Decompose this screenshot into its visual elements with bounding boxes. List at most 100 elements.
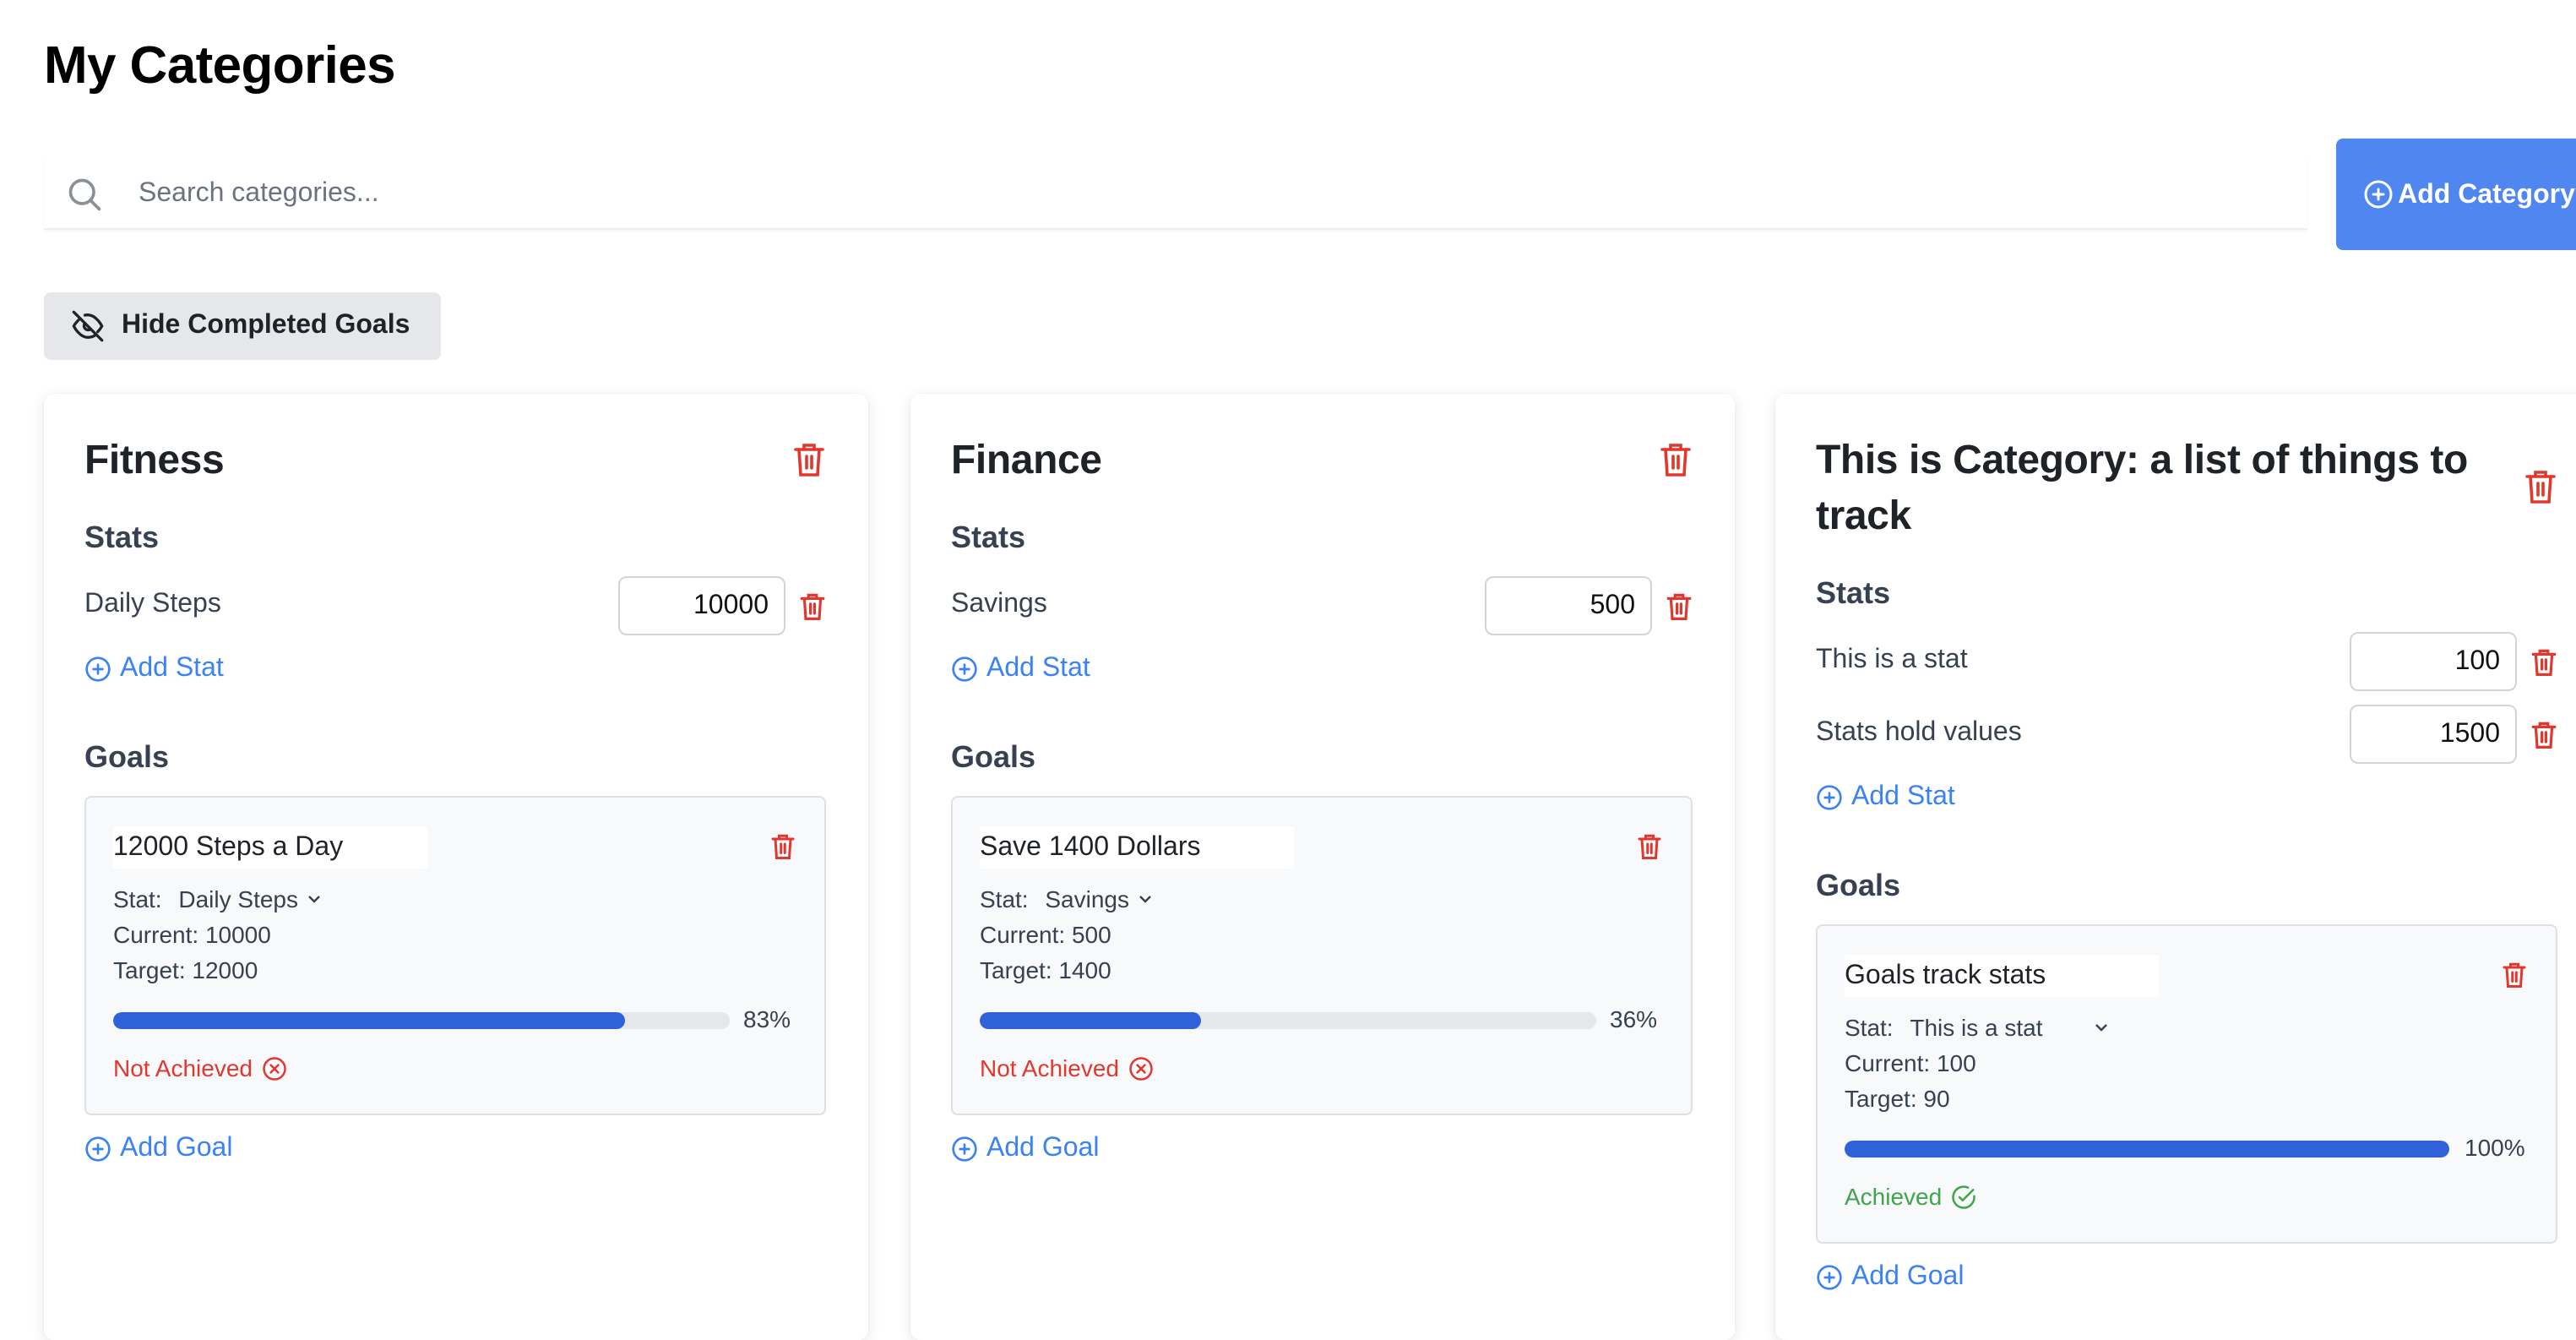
delete-category-icon[interactable] — [1659, 441, 1693, 478]
add-category-label: Add Category — [2398, 180, 2575, 209]
goal-current-row: Current: 100 — [1845, 1049, 1976, 1076]
delete-category-icon[interactable] — [792, 441, 826, 478]
stats-heading: Stats — [84, 520, 160, 554]
goal-current-row: Current: 500 — [980, 921, 1111, 948]
progress-percent: 83% — [743, 1005, 791, 1032]
plus-circle-icon — [2363, 179, 2394, 210]
goal-title-input[interactable] — [113, 826, 427, 869]
target-prefix: Target: — [113, 956, 186, 983]
stat-prefix: Stat: — [1845, 1014, 1894, 1041]
delete-stat-icon[interactable] — [2530, 647, 2557, 678]
goal-status: Not Achieved — [113, 1054, 286, 1081]
chevron-down-icon — [1136, 891, 1153, 907]
goal-target-value: 12000 — [192, 956, 258, 983]
progress-bar — [980, 1012, 1596, 1029]
goal-stat-value: Savings — [1045, 885, 1129, 912]
delete-stat-icon[interactable] — [799, 591, 826, 622]
goal-stat-row: Stat: Daily Steps — [113, 885, 322, 912]
goal-title-input[interactable] — [980, 826, 1294, 869]
goal-status-label: Achieved — [1845, 1183, 1943, 1210]
chevron-down-icon — [305, 891, 322, 907]
stat-name: Daily Steps — [84, 590, 221, 618]
progress-fill — [980, 1012, 1202, 1029]
stat-value-input[interactable] — [618, 576, 785, 635]
goal-card: Stat: This is a stat Current: 100 Target… — [1816, 924, 2557, 1244]
page-title: My Categories — [44, 35, 396, 95]
current-prefix: Current: — [1845, 1049, 1931, 1076]
goal-stat-row: Stat: Savings — [980, 885, 1153, 912]
chevron-down-icon — [2094, 1019, 2111, 1036]
goal-status: Achieved — [1845, 1183, 1975, 1210]
progress-fill — [113, 1012, 625, 1029]
goal-stat-select[interactable]: Savings — [1045, 885, 1153, 912]
add-stat-link[interactable]: Add Stat — [1816, 782, 1955, 813]
add-category-button[interactable]: Add Category — [2336, 139, 2576, 250]
progress-bar — [113, 1012, 730, 1029]
goal-target-value: 1400 — [1058, 956, 1111, 983]
goals-heading: Goals — [1816, 869, 1901, 902]
add-stat-link[interactable]: Add Stat — [84, 654, 224, 684]
category-card: This is Category: a list of things to tr… — [1775, 394, 2576, 1340]
add-stat-label: Add Stat — [986, 654, 1090, 683]
delete-stat-icon[interactable] — [2530, 720, 2557, 750]
delete-goal-icon[interactable] — [2502, 960, 2527, 990]
stats-heading: Stats — [951, 520, 1026, 554]
plus-circle-icon — [1816, 1264, 1843, 1291]
eye-off-icon — [71, 309, 105, 343]
category-title: Fitness — [84, 438, 225, 483]
add-stat-link[interactable]: Add Stat — [951, 654, 1090, 684]
add-goal-label: Add Goal — [986, 1134, 1100, 1163]
plus-circle-icon — [1816, 784, 1843, 811]
goal-status-label: Not Achieved — [980, 1054, 1119, 1081]
goal-status: Not Achieved — [980, 1054, 1153, 1081]
plus-circle-icon — [951, 656, 978, 683]
hide-completed-goals-label: Hide Completed Goals — [122, 311, 410, 340]
search-input[interactable] — [125, 178, 2152, 209]
stat-name: Stats hold values — [1816, 718, 2022, 747]
delete-category-icon[interactable] — [2524, 468, 2557, 505]
delete-goal-icon[interactable] — [1637, 831, 1662, 862]
hide-completed-goals-button[interactable]: Hide Completed Goals — [44, 292, 441, 360]
target-prefix: Target: — [980, 956, 1052, 983]
stat-value-input[interactable] — [2350, 705, 2517, 764]
plus-circle-icon — [84, 656, 111, 683]
add-goal-link[interactable]: Add Goal — [951, 1134, 1099, 1164]
current-prefix: Current: — [980, 921, 1066, 948]
add-stat-label: Add Stat — [1851, 782, 1955, 811]
search-bar — [44, 159, 2307, 230]
goal-stat-select[interactable]: This is a stat — [1910, 1014, 2110, 1041]
goal-card: Stat: Savings Current: 500 Target: 1400 … — [951, 796, 1693, 1115]
goal-current-row: Current: 10000 — [113, 921, 271, 948]
goal-stat-select[interactable]: Daily Steps — [178, 885, 322, 912]
stat-value-input[interactable] — [2350, 632, 2517, 691]
goal-current-value: 10000 — [204, 921, 271, 948]
delete-goal-icon[interactable] — [770, 831, 796, 862]
goals-heading: Goals — [951, 740, 1036, 774]
progress-percent: 100% — [2465, 1134, 2525, 1161]
stat-name: This is a stat — [1816, 645, 1968, 674]
add-goal-link[interactable]: Add Goal — [1816, 1262, 1964, 1293]
goal-target-row: Target: 90 — [1845, 1085, 1950, 1112]
goal-current-value: 500 — [1071, 921, 1111, 948]
category-card: Fitness Stats Daily Steps Add Stat Goals… — [44, 394, 868, 1340]
goal-card: Stat: Daily Steps Current: 10000 Target:… — [84, 796, 826, 1115]
goal-target-value: 90 — [1923, 1085, 1950, 1112]
x-circle-icon — [1128, 1055, 1153, 1081]
delete-stat-icon[interactable] — [1666, 591, 1693, 622]
goal-status-label: Not Achieved — [113, 1054, 253, 1081]
add-goal-link[interactable]: Add Goal — [84, 1134, 232, 1164]
stat-prefix: Stat: — [980, 885, 1029, 912]
stats-heading: Stats — [1816, 576, 1891, 610]
plus-circle-icon — [84, 1136, 111, 1163]
category-title: This is Category: a list of things to tr… — [1816, 438, 2468, 539]
add-stat-label: Add Stat — [120, 654, 224, 683]
category-title: Finance — [951, 438, 1102, 483]
goal-stat-row: Stat: This is a stat — [1845, 1014, 2111, 1041]
category-card: Finance Stats Savings Add Stat Goals Sta… — [910, 394, 1735, 1340]
goal-title-input[interactable] — [1845, 955, 2159, 997]
stat-value-input[interactable] — [1485, 576, 1652, 635]
goals-heading: Goals — [84, 740, 170, 774]
plus-circle-icon — [951, 1136, 978, 1163]
goal-current-value: 100 — [1936, 1049, 1976, 1076]
stat-prefix: Stat: — [113, 885, 162, 912]
